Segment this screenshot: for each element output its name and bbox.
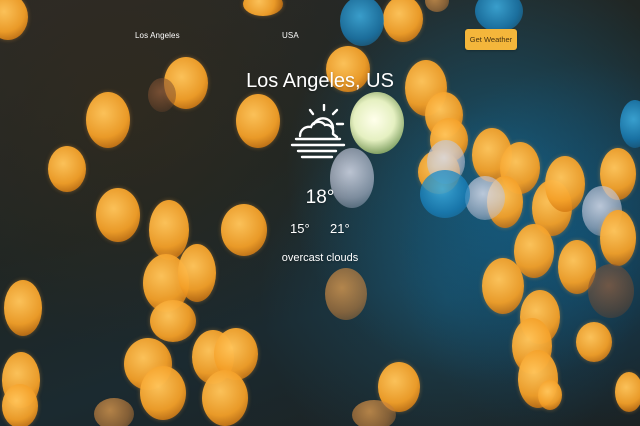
location-title: Los Angeles, US [246,70,394,92]
min-temperature: 15° [290,221,310,236]
weather-app-background: Los Angeles USA Get Weather Los Angeles,… [0,0,640,426]
weather-panel: Los Angeles, US 18° 15° 21° overcast clo… [0,0,640,426]
max-temperature: 21° [330,221,350,236]
current-temperature: 18° [305,187,335,208]
fog-sun-icon [288,103,350,162]
weather-description: overcast clouds [281,252,359,264]
